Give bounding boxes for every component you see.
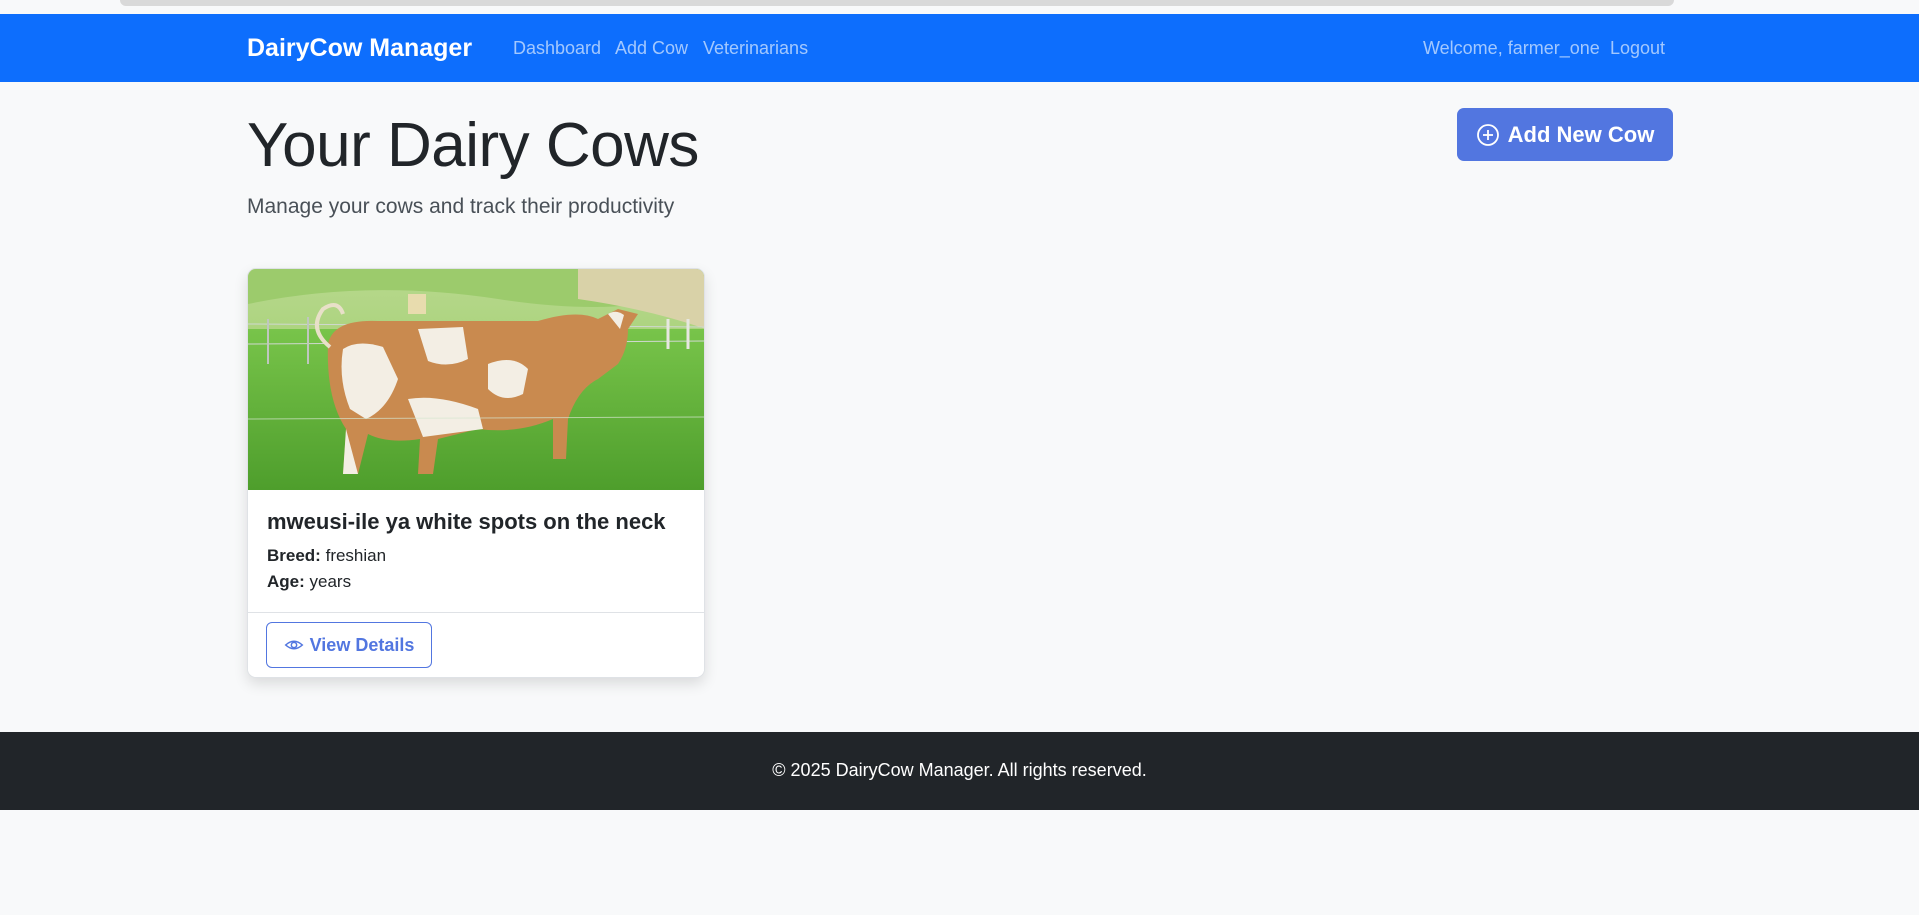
add-new-cow-button[interactable]: Add New Cow (1457, 108, 1673, 161)
cow-breed: Breed: freshian (267, 546, 386, 566)
copyright-text: © 2025 DairyCow Manager. All rights rese… (772, 760, 1147, 780)
cow-photo (248, 269, 704, 490)
footer: © 2025 DairyCow Manager. All rights rese… (0, 732, 1919, 810)
add-new-cow-label: Add New Cow (1507, 121, 1655, 147)
eye-icon (284, 640, 304, 650)
logout-link[interactable]: Logout (1610, 38, 1665, 59)
plus-circle-icon (1476, 123, 1499, 146)
breed-label: Breed: (267, 546, 321, 565)
nav-dashboard[interactable]: Dashboard (513, 38, 601, 59)
nav-veterinarians[interactable]: Veterinarians (703, 38, 808, 59)
age-label: Age: (267, 572, 305, 591)
cow-name: mweusi-ile ya white spots on the neck (267, 509, 666, 534)
breed-value: freshian (325, 546, 387, 565)
browser-scroll-edge (120, 0, 1674, 6)
age-value: years (309, 572, 352, 591)
view-details-button[interactable]: View Details (266, 622, 432, 668)
page-title: Your Dairy Cows (247, 111, 699, 180)
nav-add-cow[interactable]: Add Cow (615, 38, 688, 59)
browser-top-strip (0, 0, 1919, 14)
cow-age: Age: years (267, 572, 351, 592)
brand-logo[interactable]: DairyCow Manager (247, 34, 472, 63)
card-footer: View Details (248, 612, 704, 677)
navbar: DairyCow Manager Dashboard Add Cow Veter… (0, 14, 1919, 82)
page-subtitle: Manage your cows and track their product… (247, 195, 675, 218)
welcome-text: Welcome, farmer_one (1423, 38, 1600, 58)
cow-card: mweusi-ile ya white spots on the neck Br… (247, 268, 705, 678)
view-details-label: View Details (309, 634, 415, 655)
